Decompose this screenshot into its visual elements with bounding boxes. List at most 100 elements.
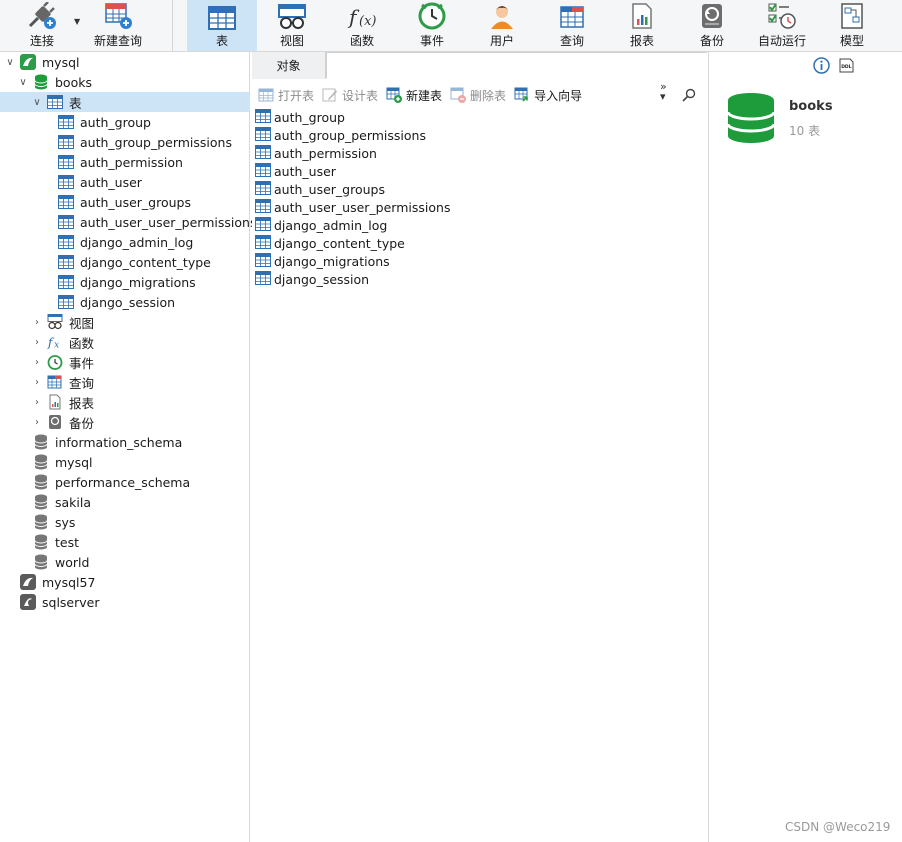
event-label: 事件 [419, 34, 444, 48]
query-button[interactable]: 查询 [544, 0, 600, 51]
tree-folder-events[interactable]: › 事件 [31, 352, 94, 372]
search-button[interactable] [682, 88, 696, 105]
watermark-text: CSDN @Weco219 [785, 820, 891, 834]
table-icon [58, 114, 74, 130]
clock-icon [47, 354, 63, 370]
sqlserver-connection-icon [20, 594, 36, 610]
collapsed-chevron-icon[interactable]: › [31, 377, 43, 388]
tree-table-item[interactable]: auth_group_permissions [58, 132, 232, 152]
tree-folder-functions[interactable]: › fx 函数 [31, 332, 94, 352]
tree-table-item[interactable]: django_admin_log [58, 232, 193, 252]
tree-database-item[interactable]: performance_schema [33, 472, 190, 492]
tree-database-books[interactable]: ∨ books [17, 72, 92, 92]
tree-table-item[interactable]: auth_user_user_permissions [58, 212, 256, 232]
object-list-item[interactable]: django_admin_log [252, 216, 707, 234]
collapsed-chevron-icon[interactable]: › [31, 317, 43, 328]
delete-table-button[interactable]: 删除表 [450, 87, 506, 104]
tree-database-item[interactable]: sys [33, 512, 75, 532]
table-icon [255, 145, 271, 161]
table-icon [58, 274, 74, 290]
tree-folder-queries[interactable]: › 查询 [31, 372, 94, 392]
database-label: books [55, 74, 92, 90]
report-button[interactable]: 报表 [614, 0, 670, 51]
object-name-label: django_content_type [274, 235, 405, 251]
connect-button[interactable]: 连接 [14, 0, 70, 51]
object-name-label: django_session [274, 271, 370, 287]
import-wizard-button[interactable]: 导入向导 [514, 87, 582, 104]
object-panel: 对象 打开表 设计表 新建表 删除表 导入向导 » ▾ auth_group aut… [252, 52, 707, 842]
function-button[interactable]: f (x) 函数 [334, 0, 390, 51]
table-name-label: django_content_type [80, 254, 211, 270]
tree-folder-views[interactable]: › 视图 [31, 312, 94, 332]
connect-dropdown-caret[interactable]: ▼ [74, 17, 80, 26]
query-label: 查询 [559, 34, 584, 48]
collapsed-chevron-icon[interactable]: › [31, 337, 43, 348]
tree-database-item[interactable]: sakila [33, 492, 91, 512]
tree-table-item[interactable]: auth_user [58, 172, 142, 192]
new-query-button[interactable]: 新建查询 [90, 0, 146, 51]
tree-folder-backups[interactable]: › 备份 [31, 412, 94, 432]
object-list-item[interactable]: auth_group_permissions [252, 126, 707, 144]
automation-button[interactable]: 自动运行 [754, 0, 810, 51]
object-list-item[interactable]: auth_user_groups [252, 180, 707, 198]
object-name-label: auth_user_groups [274, 181, 385, 197]
collapsed-chevron-icon[interactable]: › [31, 357, 43, 368]
database-icon [33, 554, 49, 570]
tree-table-item[interactable]: auth_group [58, 112, 151, 132]
info-icon[interactable] [813, 57, 830, 77]
plug-icon [26, 0, 58, 30]
function-icon: fx [47, 334, 63, 350]
toolbar-divider [172, 0, 173, 51]
tree-database-item[interactable]: world [33, 552, 89, 572]
tree-folder-tables[interactable]: ∨ 表 [31, 92, 82, 112]
backup-button[interactable]: 备份 [684, 0, 740, 51]
tree-table-item[interactable]: auth_permission [58, 152, 183, 172]
automation-icon [767, 0, 797, 30]
object-list-item[interactable]: auth_permission [252, 144, 707, 162]
object-list-item[interactable]: django_session [252, 270, 707, 288]
expanded-chevron-icon[interactable]: ∨ [31, 97, 43, 108]
table-icon [255, 235, 271, 251]
object-list-item[interactable]: auth_user [252, 162, 707, 180]
tree-table-item[interactable]: django_session [58, 292, 175, 312]
object-name-label: django_admin_log [274, 217, 388, 233]
object-list-item[interactable]: auth_group [252, 108, 707, 126]
tree-table-item[interactable]: django_content_type [58, 252, 211, 272]
backup-icon [699, 0, 725, 30]
design-table-button[interactable]: 设计表 [322, 87, 378, 104]
object-list-item[interactable]: auth_user_user_permissions [252, 198, 707, 216]
tree-table-item[interactable]: django_migrations [58, 272, 196, 292]
tree-database-item[interactable]: mysql [33, 452, 93, 472]
object-list-item[interactable]: django_migrations [252, 252, 707, 270]
tree-connection-sqlserver[interactable]: sqlserver [4, 592, 100, 612]
user-button[interactable]: 用户 [474, 0, 530, 51]
expanded-chevron-icon[interactable]: ∨ [4, 57, 16, 68]
tree-connection-mysql[interactable]: ∨ mysql [4, 52, 80, 72]
expanded-chevron-icon[interactable]: ∨ [17, 77, 29, 88]
model-icon [839, 0, 865, 30]
open-table-button[interactable]: 打开表 [258, 87, 314, 104]
function-label: 函数 [349, 34, 374, 48]
more-tools-button[interactable]: » ▾ [660, 81, 667, 102]
collapsed-chevron-icon[interactable]: › [31, 397, 43, 408]
tree-folder-reports[interactable]: › 报表 [31, 392, 94, 412]
tree-connection-mysql57[interactable]: mysql57 [4, 572, 95, 592]
new-table-button[interactable]: 新建表 [386, 87, 442, 104]
object-name-label: django_migrations [274, 253, 390, 269]
table-icon [58, 134, 74, 150]
tree-database-item[interactable]: test [33, 532, 79, 552]
model-button[interactable]: 模型 [824, 0, 880, 51]
database-label: sakila [55, 494, 92, 510]
tree-table-item[interactable]: auth_user_groups [58, 192, 191, 212]
table-icon [255, 181, 271, 197]
event-button[interactable]: 事件 [404, 0, 460, 51]
tree-database-item[interactable]: information_schema [33, 432, 182, 452]
view-button[interactable]: 视图 [264, 0, 320, 51]
table-icon [208, 0, 236, 30]
object-list-item[interactable]: django_content_type [252, 234, 707, 252]
table-button[interactable]: 表 [187, 0, 257, 51]
ddl-icon[interactable]: DDL [839, 58, 854, 76]
collapsed-chevron-icon[interactable]: › [31, 417, 43, 428]
tab-objects[interactable]: 对象 [252, 52, 326, 79]
database-icon [33, 74, 49, 90]
